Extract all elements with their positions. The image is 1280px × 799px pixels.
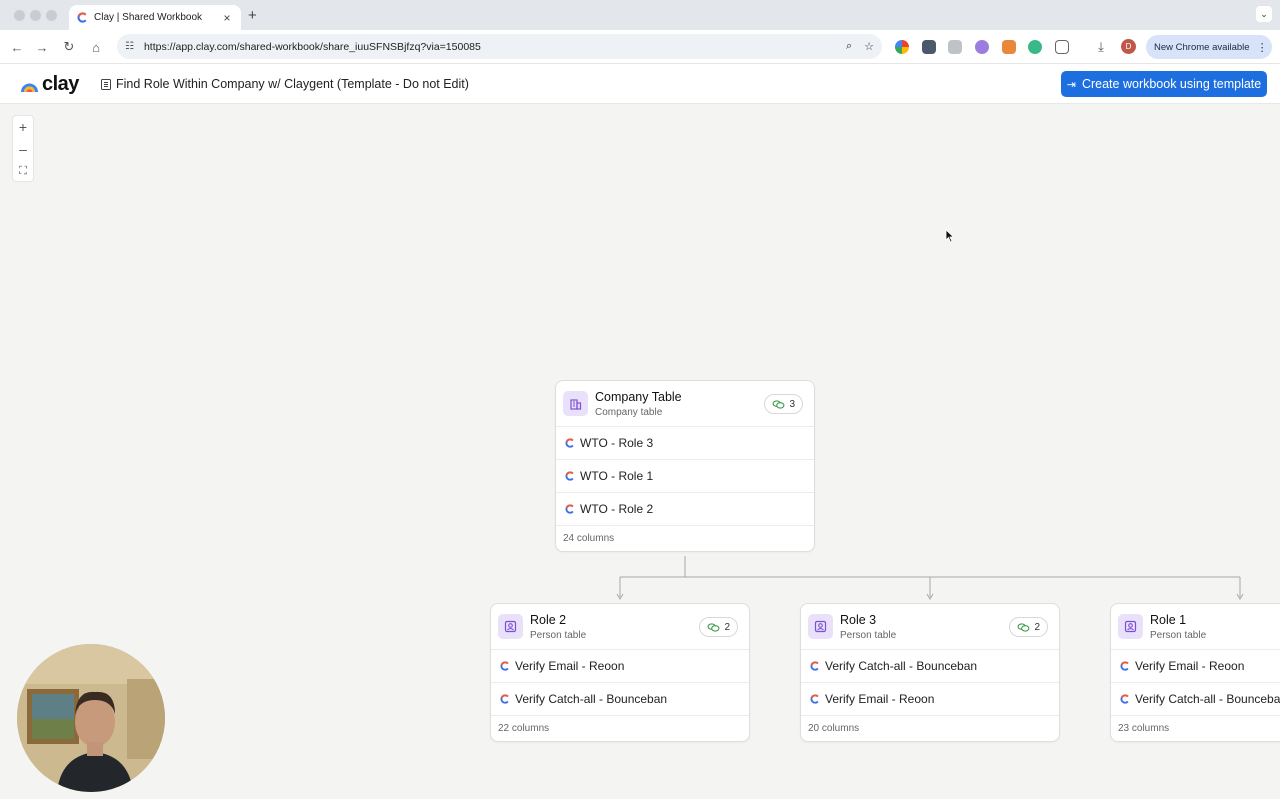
clay-c-icon <box>500 694 509 704</box>
clay-c-icon <box>500 661 509 671</box>
row-label: Verify Email - Reoon <box>1135 659 1245 673</box>
row-label: WTO - Role 2 <box>580 502 654 516</box>
clay-c-icon <box>1120 661 1129 671</box>
credits-count: 2 <box>724 621 730 633</box>
company-table-card[interactable]: Company Table Company table 3 WTO - Role… <box>555 380 815 552</box>
coins-icon <box>1017 622 1030 632</box>
row-label: Verify Email - Reoon <box>825 692 935 706</box>
column-count: 22 columns <box>498 723 550 734</box>
card-title: Role 1 <box>1150 613 1187 627</box>
credits-count: 2 <box>1034 621 1040 633</box>
row-label: Verify Catch-all - Bounceban <box>1135 692 1280 706</box>
list-item[interactable]: Verify Catch-all - Bounceban <box>1111 683 1280 716</box>
list-item[interactable]: WTO - Role 3 <box>556 427 814 460</box>
presenter-video-icon <box>17 644 165 792</box>
clay-c-icon <box>565 504 574 514</box>
person-icon <box>808 614 833 639</box>
card-header: Role 3 Person table 2 <box>801 604 1059 650</box>
row-label: Verify Catch-all - Bounceban <box>825 659 978 673</box>
credits-badge[interactable]: 2 <box>699 617 738 637</box>
role-2-card[interactable]: Role 2 Person table 2 Verify Email - Reo… <box>490 603 750 742</box>
card-subtitle: Person table <box>530 630 587 641</box>
person-icon <box>498 614 523 639</box>
card-header: Company Table Company table 3 <box>556 381 814 427</box>
list-item[interactable]: Verify Email - Reoon <box>1111 650 1280 683</box>
building-icon <box>563 391 588 416</box>
column-count: 20 columns <box>808 723 860 734</box>
webcam-overlay <box>17 644 165 792</box>
clay-c-icon <box>1120 694 1129 704</box>
row-label: WTO - Role 3 <box>580 436 654 450</box>
list-item[interactable]: Verify Catch-all - Bounceban <box>491 683 749 716</box>
card-header: Role 2 Person table 2 <box>491 604 749 650</box>
card-subtitle: Company table <box>595 407 663 418</box>
row-label: WTO - Role 1 <box>580 469 654 483</box>
list-item[interactable]: WTO - Role 2 <box>556 493 814 526</box>
clay-c-icon <box>810 661 819 671</box>
credits-badge[interactable]: 3 <box>764 394 803 414</box>
card-title: Role 3 <box>840 613 877 627</box>
person-icon <box>1118 614 1143 639</box>
card-subtitle: Person table <box>1150 630 1207 641</box>
card-subtitle: Person table <box>840 630 897 641</box>
row-label: Verify Catch-all - Bounceban <box>515 692 668 706</box>
list-item[interactable]: Verify Email - Reoon <box>801 683 1059 716</box>
clay-c-icon <box>810 694 819 704</box>
role-3-card[interactable]: Role 3 Person table 2 Verify Catch-all -… <box>800 603 1060 742</box>
list-item[interactable]: Verify Catch-all - Bounceban <box>801 650 1059 683</box>
card-header: Role 1 Person table <box>1111 604 1280 650</box>
column-count: 24 columns <box>563 533 615 544</box>
clay-c-icon <box>565 438 574 448</box>
card-title: Company Table <box>595 390 682 404</box>
coins-icon <box>707 622 720 632</box>
credits-count: 3 <box>789 398 795 410</box>
mouse-cursor-icon <box>945 229 955 243</box>
coins-icon <box>772 399 785 409</box>
role-1-card[interactable]: Role 1 Person table Verify Email - Reoon… <box>1110 603 1280 742</box>
list-item[interactable]: Verify Email - Reoon <box>491 650 749 683</box>
credits-badge[interactable]: 2 <box>1009 617 1048 637</box>
clay-c-icon <box>565 471 574 481</box>
list-item[interactable]: WTO - Role 1 <box>556 460 814 493</box>
card-title: Role 2 <box>530 613 567 627</box>
row-label: Verify Email - Reoon <box>515 659 625 673</box>
column-count: 23 columns <box>1118 723 1170 734</box>
